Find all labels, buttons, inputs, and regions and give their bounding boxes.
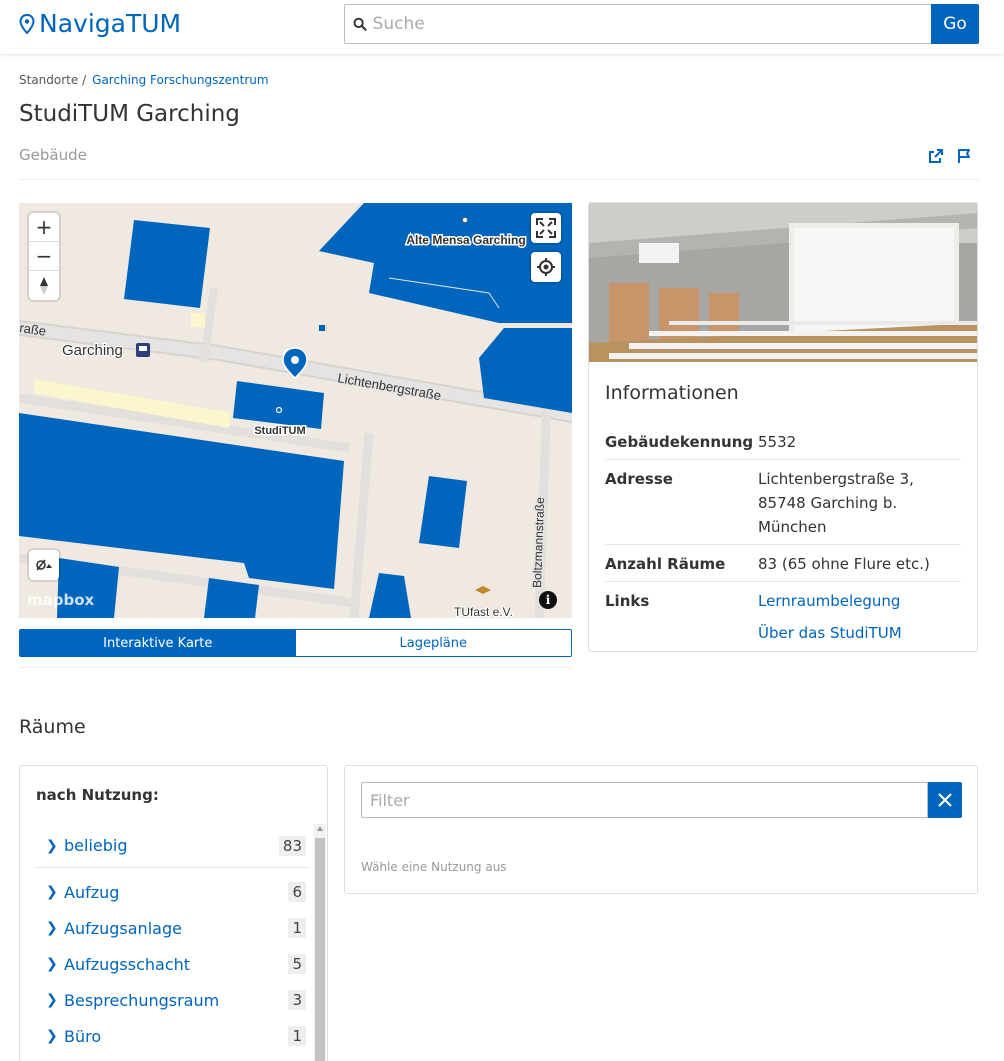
map-label-garching: Garching [62,342,123,359]
usage-count-badge: 6 [288,882,306,902]
usage-item-aufzugsanlage[interactable]: ❯ Aufzugsanlage 1 [36,910,308,946]
usage-count-badge: 3 [288,990,306,1010]
fullscreen-icon [536,218,556,238]
search-input[interactable] [372,14,931,34]
chevron-right-icon: ❯ [46,920,58,936]
external-link-icon[interactable] [928,148,944,164]
link-ueber-studitum[interactable]: Über das StudiTUM [758,621,961,645]
info-card: Informationen Gebäudekennung 5532 Adress… [588,202,978,652]
close-icon [938,793,952,807]
tab-interactive-map[interactable]: Interaktive Karte [20,630,296,656]
filter-hint: Wähle eine Nutzung aus [361,860,507,874]
scroll-up-arrow-icon[interactable] [317,826,323,831]
usage-name: Aufzugsschacht [64,954,191,974]
zoom-controls: + − [29,213,59,300]
map-label-alte-mensa: Alte Mensa Garching [406,233,525,247]
usage-heading: nach Nutzung: [36,786,159,804]
usage-name: Büro [64,1026,102,1046]
link-lernraumbelegung[interactable]: Lernraumbelegung [758,589,961,613]
compass-icon [40,276,48,295]
chevron-right-icon: ❯ [46,956,58,972]
usage-count-badge: 5 [288,954,306,974]
fullscreen-button[interactable] [531,213,561,243]
map-canvas: Alte Mensa Garching raße Garching Lichte… [19,203,572,618]
geolocate-button[interactable] [531,252,561,282]
usage-scrollbar[interactable] [314,824,326,1061]
usage-list: ❯ beliebig 83 ❯ Aufzug 6 ❯ Aufzugsanlage… [36,824,308,1054]
zoom-in-button[interactable]: + [29,213,59,242]
rooms-heading: Räume [19,716,86,738]
map-label-studitum: StudiTUM [254,425,305,437]
info-table: Gebäudekennung 5532 Adresse Lichtenbergs… [605,423,961,650]
info-value: Lichtenbergstraße 3, 85748 Garching b. M… [758,470,914,536]
mapbox-logo: mapbox [27,591,95,609]
chevron-right-icon: ❯ [46,884,58,900]
usage-name: Aufzugsanlage [64,918,182,938]
info-value: 83 (65 ohne Flure etc.) [758,555,930,573]
search-icon [353,17,367,31]
usage-item-buero[interactable]: ❯ Büro 1 [36,1018,308,1054]
map-mode-button[interactable] [29,550,59,580]
room-filter-input[interactable] [361,782,928,818]
info-row-room-count: Anzahl Räume 83 (65 ohne Flure etc.) [605,545,961,582]
usage-name: beliebig [64,836,128,855]
room-filter-panel: Wähle eine Nutzung aus [344,765,978,894]
breadcrumb-root[interactable]: Standorte / [19,73,86,87]
info-value: 5532 [758,433,797,451]
chevron-right-icon: ❯ [46,1028,58,1044]
info-row-building-id: Gebäudekennung 5532 [605,423,961,460]
chevron-right-icon: ❯ [46,992,58,1008]
info-row-address: Adresse Lichtenbergstraße 3, 85748 Garch… [605,460,961,545]
page-subtitle: Gebäude [19,146,87,164]
map-mode-icon [36,559,52,571]
map-divider [19,667,572,668]
info-row-links: Links Lernraumbelegung Über das StudiTUM [605,582,961,650]
map-pin-icon [19,13,35,34]
info-key: Adresse [605,470,673,488]
info-key: Links [605,592,650,610]
interactive-map[interactable]: Alte Mensa Garching raße Garching Lichte… [19,203,572,618]
usage-count-badge: 83 [278,835,306,856]
filter-clear-button[interactable] [928,782,962,818]
breadcrumb-link-garching[interactable]: Garching Forschungszentrum [92,73,268,87]
search-field[interactable] [344,4,931,44]
zoom-out-button[interactable]: − [29,242,59,271]
map-label-tufast: TUfast e.V. [454,605,513,618]
usage-item-beliebig[interactable]: ❯ beliebig 83 [36,824,308,868]
compass-button[interactable] [29,271,59,300]
title-actions [928,148,972,164]
chevron-right-icon: ❯ [46,837,58,854]
usage-item-aufzugsschacht[interactable]: ❯ Aufzugsschacht 5 [36,946,308,982]
info-key: Anzahl Räume [605,555,726,573]
usage-count-badge: 1 [288,1026,306,1046]
logo-link[interactable]: NavigaTUM [19,9,181,38]
info-title: Informationen [605,382,739,404]
building-photo [589,203,977,362]
usage-item-aufzug[interactable]: ❯ Aufzug 6 [36,874,308,910]
info-value: Lernraumbelegung Über das StudiTUM [758,589,961,645]
map-view-tabs: Interaktive Karte Lagepläne [19,629,572,657]
usage-name: Besprechungsraum [64,990,220,1010]
usage-count-badge: 1 [288,918,306,938]
flag-icon[interactable] [956,148,972,164]
title-divider [19,179,979,180]
breadcrumb: Standorte / Garching Forschungszentrum [19,73,269,87]
usage-panel: nach Nutzung: ❯ beliebig 83 ❯ Aufzug 6 ❯… [19,765,328,1061]
usage-name: Aufzug [64,882,120,902]
geolocate-icon [537,258,555,276]
search-go-button[interactable]: Go [931,4,979,44]
top-navbar: NavigaTUM Go [0,0,1004,54]
logo-text: NavigaTUM [39,9,182,38]
page-title: StudiTUM Garching [19,101,240,127]
tab-site-plans[interactable]: Lagepläne [295,630,571,656]
info-key: Gebäudekennung [605,433,754,451]
scrollbar-thumb[interactable] [315,838,325,1061]
usage-item-besprechungsraum[interactable]: ❯ Besprechungsraum 3 [36,982,308,1018]
map-attribution-info-icon[interactable]: i [539,591,557,609]
search-bar: Go [344,4,979,44]
